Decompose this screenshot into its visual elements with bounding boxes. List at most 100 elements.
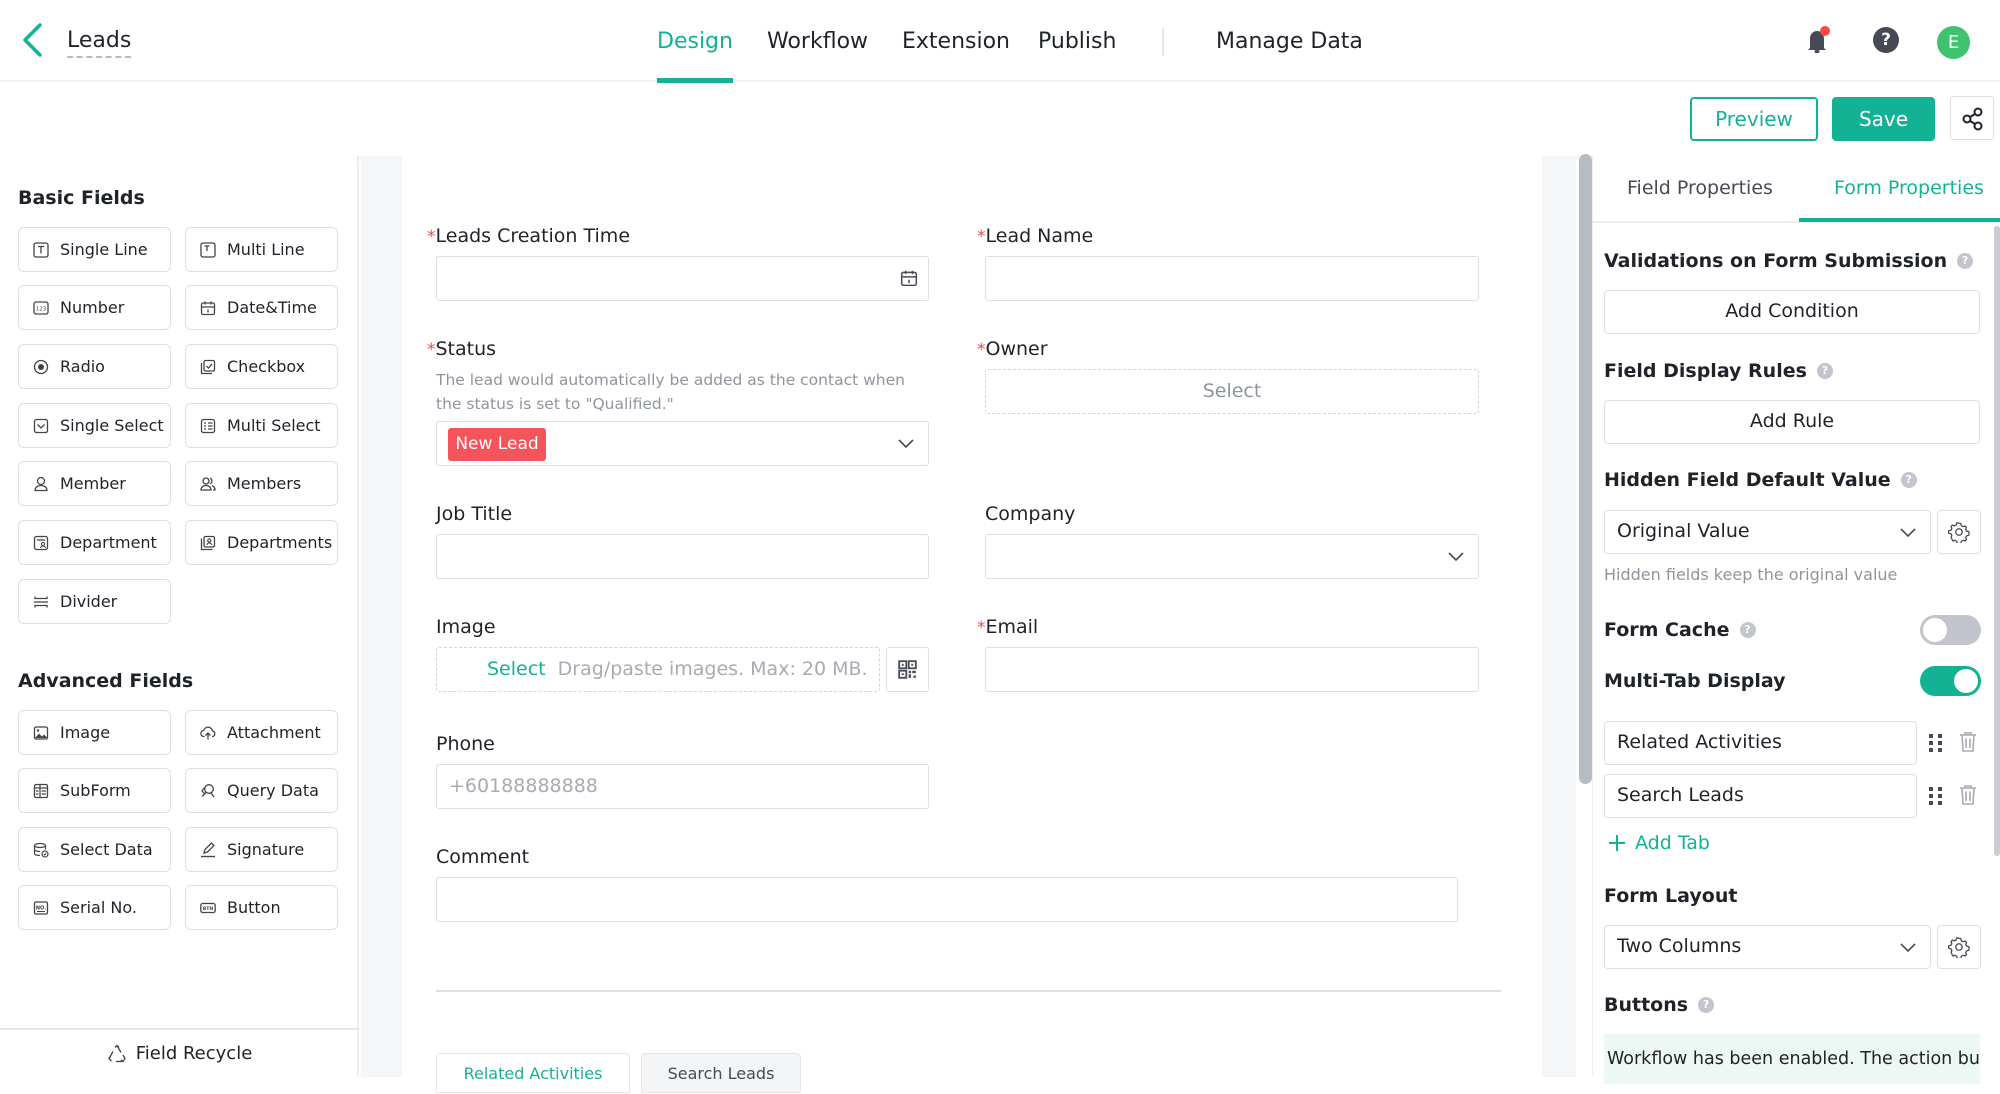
help-icon[interactable]: ? (1873, 27, 1899, 53)
svg-text:NO.: NO. (36, 905, 46, 911)
required-mark: * (977, 618, 986, 638)
help-icon[interactable]: ? (1957, 253, 1974, 269)
form-layout-title: Form Layout (1604, 885, 1738, 907)
field-departments[interactable]: Departments (185, 520, 338, 565)
qr-scan-button[interactable] (886, 647, 929, 692)
button-icon: BTN (200, 902, 216, 913)
owner-select[interactable]: Select (985, 369, 1479, 414)
preview-button[interactable]: Preview (1690, 97, 1818, 141)
drag-handle-icon[interactable] (1928, 786, 1944, 810)
nav-tab-extension[interactable]: Extension (902, 28, 1010, 56)
field-label-job-title: Job Title (436, 503, 513, 525)
job-title-input[interactable] (436, 534, 929, 579)
image-upload-area[interactable]: Select Drag/paste images. Max: 20 MB. (436, 647, 880, 692)
departments-icon (200, 535, 216, 550)
field-label-owner: *Owner (977, 338, 1048, 360)
pen-icon (201, 841, 215, 857)
lead-name-input[interactable] (985, 256, 1479, 301)
share-button[interactable] (1950, 96, 1994, 140)
field-multi-line[interactable]: Multi Line (185, 227, 338, 272)
canvas-tab-related-activities[interactable]: Related Activities (436, 1053, 630, 1093)
field-attachment[interactable]: Attachment (185, 710, 338, 755)
field-label-image: Image (436, 616, 496, 638)
field-member[interactable]: Member (18, 461, 171, 506)
field-label-phone: Phone (436, 733, 495, 755)
field-members[interactable]: Members (185, 461, 338, 506)
drag-handle-icon[interactable] (1928, 733, 1944, 757)
basic-fields-title: Basic Fields (18, 187, 145, 209)
hidden-default-select[interactable]: Original Value (1604, 510, 1931, 554)
field-divider[interactable]: Divider (18, 579, 171, 624)
tab-form-properties[interactable]: Form Properties (1834, 173, 1984, 203)
tab-name-input[interactable]: Search Leads (1604, 774, 1917, 818)
form-layout-settings-button[interactable] (1937, 925, 1981, 969)
image-select-link[interactable]: Select (487, 658, 546, 680)
recycle-icon (108, 1044, 126, 1062)
number-icon: 123 (33, 300, 49, 315)
field-date-time[interactable]: Date&Time (185, 285, 338, 330)
nav-tab-publish[interactable]: Publish (1038, 28, 1116, 56)
add-condition-button[interactable]: Add Condition (1604, 290, 1980, 334)
nav-tab-workflow[interactable]: Workflow (767, 28, 868, 56)
form-layout-select[interactable]: Two Columns (1604, 925, 1931, 969)
email-input[interactable] (985, 647, 1479, 692)
back-chevron-icon[interactable] (18, 22, 48, 58)
field-recycle-button[interactable]: Field Recycle (0, 1028, 359, 1077)
tab-name-input[interactable]: Related Activities (1604, 721, 1917, 765)
creation-time-input[interactable] (436, 256, 929, 301)
nav-tab-design[interactable]: Design (657, 28, 733, 83)
add-tab-button[interactable]: Add Tab (1607, 832, 1710, 854)
avatar[interactable]: E (1937, 26, 1970, 59)
field-checkbox[interactable]: Checkbox (185, 344, 338, 389)
help-icon[interactable]: ? (1698, 997, 1715, 1013)
field-radio[interactable]: Radio (18, 344, 171, 389)
field-single-select[interactable]: Single Select (18, 403, 171, 448)
share-icon (1962, 107, 1983, 131)
field-serial-no[interactable]: NO. Serial No. (18, 885, 171, 930)
calendar-icon (900, 270, 918, 287)
field-single-line[interactable]: Single Line (18, 227, 171, 272)
field-image[interactable]: Image (18, 710, 171, 755)
properties-scrollbar[interactable] (1994, 226, 2000, 856)
image-upload-hint: Drag/paste images. Max: 20 MB. (557, 658, 868, 680)
field-select-data[interactable]: Select Data (18, 827, 171, 872)
image-icon (33, 725, 49, 740)
field-label-email: *Email (977, 616, 1039, 638)
field-label-comment: Comment (436, 846, 530, 868)
form-cache-title: Form Cache? (1604, 618, 1756, 642)
help-icon[interactable]: ? (1739, 622, 1756, 638)
status-tag: New Lead (448, 428, 546, 461)
form-cache-toggle[interactable] (1920, 615, 1981, 645)
comment-input[interactable] (436, 877, 1458, 922)
add-rule-button[interactable]: Add Rule (1604, 400, 1980, 444)
help-icon[interactable]: ? (1900, 472, 1917, 488)
company-select[interactable] (985, 534, 1479, 579)
field-number[interactable]: 123 Number (18, 285, 171, 330)
field-button[interactable]: BTN Button (185, 885, 338, 930)
required-mark: * (977, 227, 986, 247)
save-button[interactable]: Save (1832, 97, 1935, 141)
trash-icon[interactable] (1959, 731, 1977, 757)
field-subform[interactable]: SubForm (18, 768, 171, 813)
field-multi-select[interactable]: Multi Select (185, 403, 338, 448)
hidden-default-settings-button[interactable] (1937, 510, 1981, 554)
upload-cloud-icon (200, 726, 216, 739)
required-mark: * (427, 340, 436, 360)
canvas-scrollbar[interactable] (1579, 154, 1592, 784)
field-signature[interactable]: Signature (185, 827, 338, 872)
field-department[interactable]: Department (18, 520, 171, 565)
field-query-data[interactable]: Query Data (185, 768, 338, 813)
required-mark: * (427, 227, 436, 247)
gear-icon (1948, 522, 1970, 543)
multitab-toggle[interactable] (1920, 666, 1981, 696)
canvas-tab-search-leads[interactable]: Search Leads (641, 1053, 801, 1093)
chevron-down-icon (898, 439, 914, 449)
buttons-title: Buttons? (1604, 993, 1715, 1017)
phone-input[interactable]: +60188888888 (436, 764, 929, 809)
app-title[interactable]: Leads (67, 28, 132, 58)
help-icon[interactable]: ? (1816, 363, 1833, 379)
nav-tab-manage-data[interactable]: Manage Data (1216, 28, 1363, 56)
tab-field-properties[interactable]: Field Properties (1627, 173, 1773, 203)
bell-icon[interactable] (1805, 26, 1833, 56)
trash-icon[interactable] (1959, 784, 1977, 810)
